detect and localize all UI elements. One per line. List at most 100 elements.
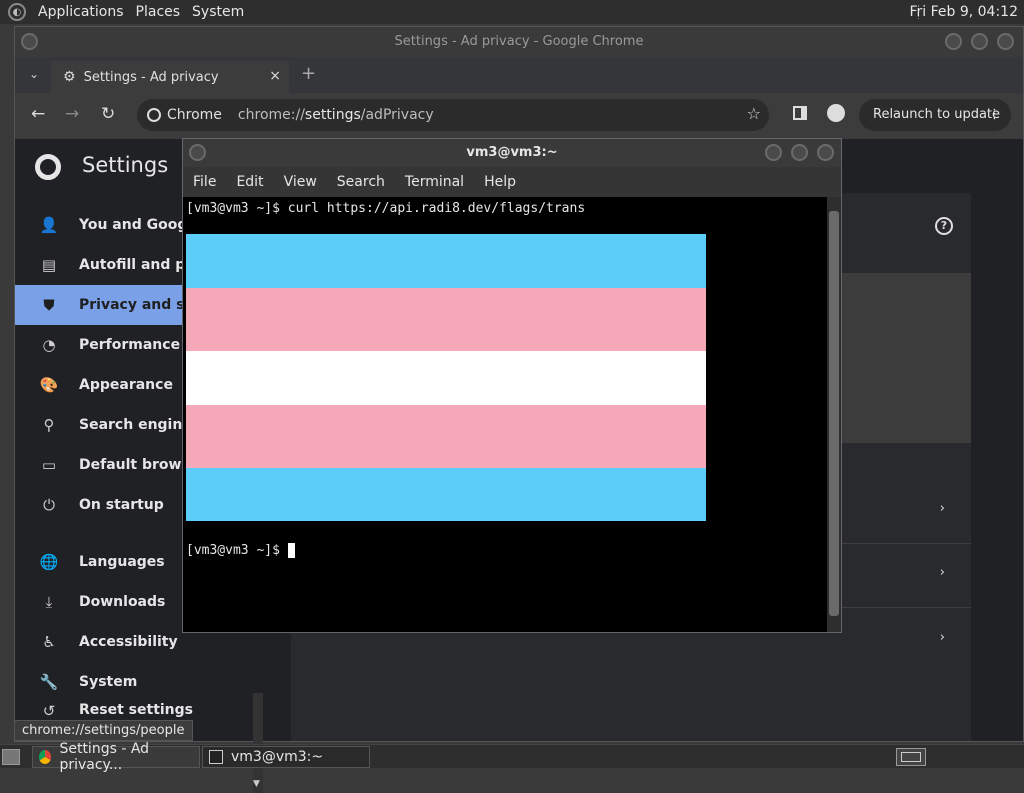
terminal-minimize-button[interactable] <box>765 144 782 161</box>
side-panel-icon[interactable] <box>793 106 807 120</box>
window-menu-button[interactable] <box>21 33 38 50</box>
sidebar-item-label: Downloads <box>79 594 166 610</box>
minimize-button[interactable] <box>945 33 962 50</box>
status-url-bubble: chrome://settings/people <box>14 720 193 741</box>
row-chevron-right-icon[interactable]: › <box>940 565 945 580</box>
terminal-menu-help[interactable]: Help <box>484 174 516 190</box>
taskbar-item-terminal[interactable]: vm3@vm3:~ <box>202 746 370 768</box>
maximize-button[interactable] <box>971 33 988 50</box>
prompt-text: [vm3@vm3 ~]$ <box>186 543 288 558</box>
tab-close-icon[interactable]: × <box>269 68 281 84</box>
sidebar-item-system[interactable]: 🔧 System <box>15 662 263 702</box>
chrome-icon <box>147 108 161 122</box>
shield-icon: ⛊ <box>43 296 55 314</box>
help-icon[interactable]: ? <box>935 217 953 235</box>
flag-stripe <box>186 351 706 405</box>
tab-search-chevron-icon[interactable]: ⌄ <box>29 67 39 81</box>
person-icon: 👤 <box>39 216 59 234</box>
tab-title: Settings - Ad privacy <box>83 69 219 85</box>
taskbar-item-label: vm3@vm3:~ <box>231 749 324 765</box>
chrome-icon <box>39 750 52 764</box>
profile-avatar-icon[interactable] <box>827 104 845 122</box>
row-chevron-right-icon[interactable]: › <box>940 501 945 516</box>
terminal-cursor <box>287 543 295 558</box>
download-icon: ⤓ <box>45 593 53 611</box>
address-bar[interactable]: Chrome chrome://settings/adPrivacy ☆ <box>137 99 769 131</box>
terminal-window-menu-button[interactable] <box>189 144 206 161</box>
chrome-titlebar[interactable]: Settings - Ad privacy - Google Chrome <box>15 27 1023 57</box>
toolbar: ← → ↻ Chrome chrome://settings/adPrivacy… <box>15 93 1023 139</box>
terminal-title: vm3@vm3:~ <box>466 145 558 160</box>
terminal-window: vm3@vm3:~ File Edit View Search Terminal… <box>182 138 842 633</box>
sidebar-item-label: Appearance <box>79 377 173 393</box>
clock[interactable]: Fri Feb 9, 04:12 <box>909 0 1018 24</box>
url-text[interactable]: chrome://settings/adPrivacy <box>238 107 434 123</box>
terminal-menu-search[interactable]: Search <box>337 174 385 190</box>
new-tab-button[interactable]: + <box>301 63 316 84</box>
sidebar-scrollbar[interactable] <box>253 693 263 793</box>
sidebar-item-label: On startup <box>79 497 164 513</box>
system-logo-icon[interactable]: ◐ <box>8 3 26 21</box>
top-panel: ◐ Applications Places System Fri Feb 9, … <box>0 0 1024 24</box>
wrench-icon: 🔧 <box>39 673 59 691</box>
flag-stripe <box>186 405 706 468</box>
places-menu[interactable]: Places <box>130 0 187 24</box>
sidebar-item-label: Accessibility <box>79 634 178 650</box>
terminal-command-line: [vm3@vm3 ~]$ curl https://api.radi8.dev/… <box>186 201 586 216</box>
sidebar-item-label: System <box>79 674 138 690</box>
reset-icon: ↺ <box>42 702 56 720</box>
terminal-scrollbar-thumb[interactable] <box>829 211 839 616</box>
scroll-down-arrow-icon[interactable]: ▼ <box>253 779 260 789</box>
sidebar-item-label: Languages <box>79 554 165 570</box>
flag-stripe <box>186 468 706 521</box>
search-icon: ⚲ <box>43 416 55 434</box>
terminal-menu-view[interactable]: View <box>284 174 317 190</box>
sidebar-item-label: Search engine <box>79 417 192 433</box>
url-prefix: chrome:// <box>237 107 305 123</box>
taskbar-item-chrome[interactable]: Settings - Ad privacy... <box>32 741 200 773</box>
site-info-chip[interactable]: Chrome <box>147 107 222 123</box>
relaunch-label: Relaunch to update <box>873 107 1001 122</box>
palette-icon: 🎨 <box>39 376 59 394</box>
window-title: Settings - Ad privacy - Google Chrome <box>394 34 644 49</box>
sidebar-item-label: Performance <box>79 337 181 353</box>
terminal-menu-edit[interactable]: Edit <box>236 174 263 190</box>
applications-menu[interactable]: Applications <box>32 0 130 24</box>
show-desktop-icon[interactable] <box>2 749 20 765</box>
terminal-titlebar[interactable]: vm3@vm3:~ <box>183 139 841 167</box>
settings-title: Settings <box>82 153 169 177</box>
chrome-logo-icon <box>35 154 61 180</box>
relaunch-to-update-button[interactable]: Relaunch to update ⋮ <box>859 99 1011 131</box>
terminal-menubar: File Edit View Search Terminal Help <box>183 167 841 197</box>
terminal-icon <box>209 750 223 764</box>
trans-flag-image <box>186 234 706 521</box>
system-menu[interactable]: System <box>186 0 250 24</box>
power-icon: ⏻ <box>43 496 55 514</box>
terminal-menu-terminal[interactable]: Terminal <box>405 174 464 190</box>
back-arrow-icon[interactable]: ← <box>31 104 45 124</box>
gear-icon: ⚙ <box>63 69 76 85</box>
reload-icon[interactable]: ↻ <box>101 104 115 124</box>
terminal-output[interactable]: [vm3@vm3 ~]$ curl https://api.radi8.dev/… <box>183 197 828 632</box>
forward-arrow-icon[interactable]: → <box>65 104 79 124</box>
close-window-button[interactable] <box>997 33 1014 50</box>
globe-icon: 🌐 <box>39 553 59 571</box>
terminal-maximize-button[interactable] <box>791 144 808 161</box>
taskbar-item-label: Settings - Ad privacy... <box>59 741 150 773</box>
terminal-prompt: [vm3@vm3 ~]$ <box>186 543 295 558</box>
tab-strip: ⌄ ⚙ Settings - Ad privacy × + <box>15 57 1023 93</box>
terminal-close-button[interactable] <box>817 144 834 161</box>
sidebar-item-label: Reset settings <box>79 702 194 718</box>
terminal-menu-file[interactable]: File <box>193 174 216 190</box>
more-menu-icon[interactable]: ⋮ <box>988 99 1001 131</box>
terminal-scrollbar[interactable] <box>827 197 841 632</box>
row-chevron-right-icon[interactable]: › <box>940 630 945 645</box>
tab-settings-ad-privacy[interactable]: ⚙ Settings - Ad privacy × <box>51 61 289 93</box>
workspace-icon <box>901 752 921 762</box>
accessibility-icon: ♿ <box>42 633 56 651</box>
bookmark-star-icon[interactable]: ☆ <box>747 104 761 123</box>
flag-stripe <box>186 288 706 351</box>
taskbar: Settings - Ad privacy... vm3@vm3:~ <box>0 741 1024 773</box>
chip-label: Chrome <box>167 107 222 123</box>
workspace-switcher[interactable] <box>896 748 926 766</box>
